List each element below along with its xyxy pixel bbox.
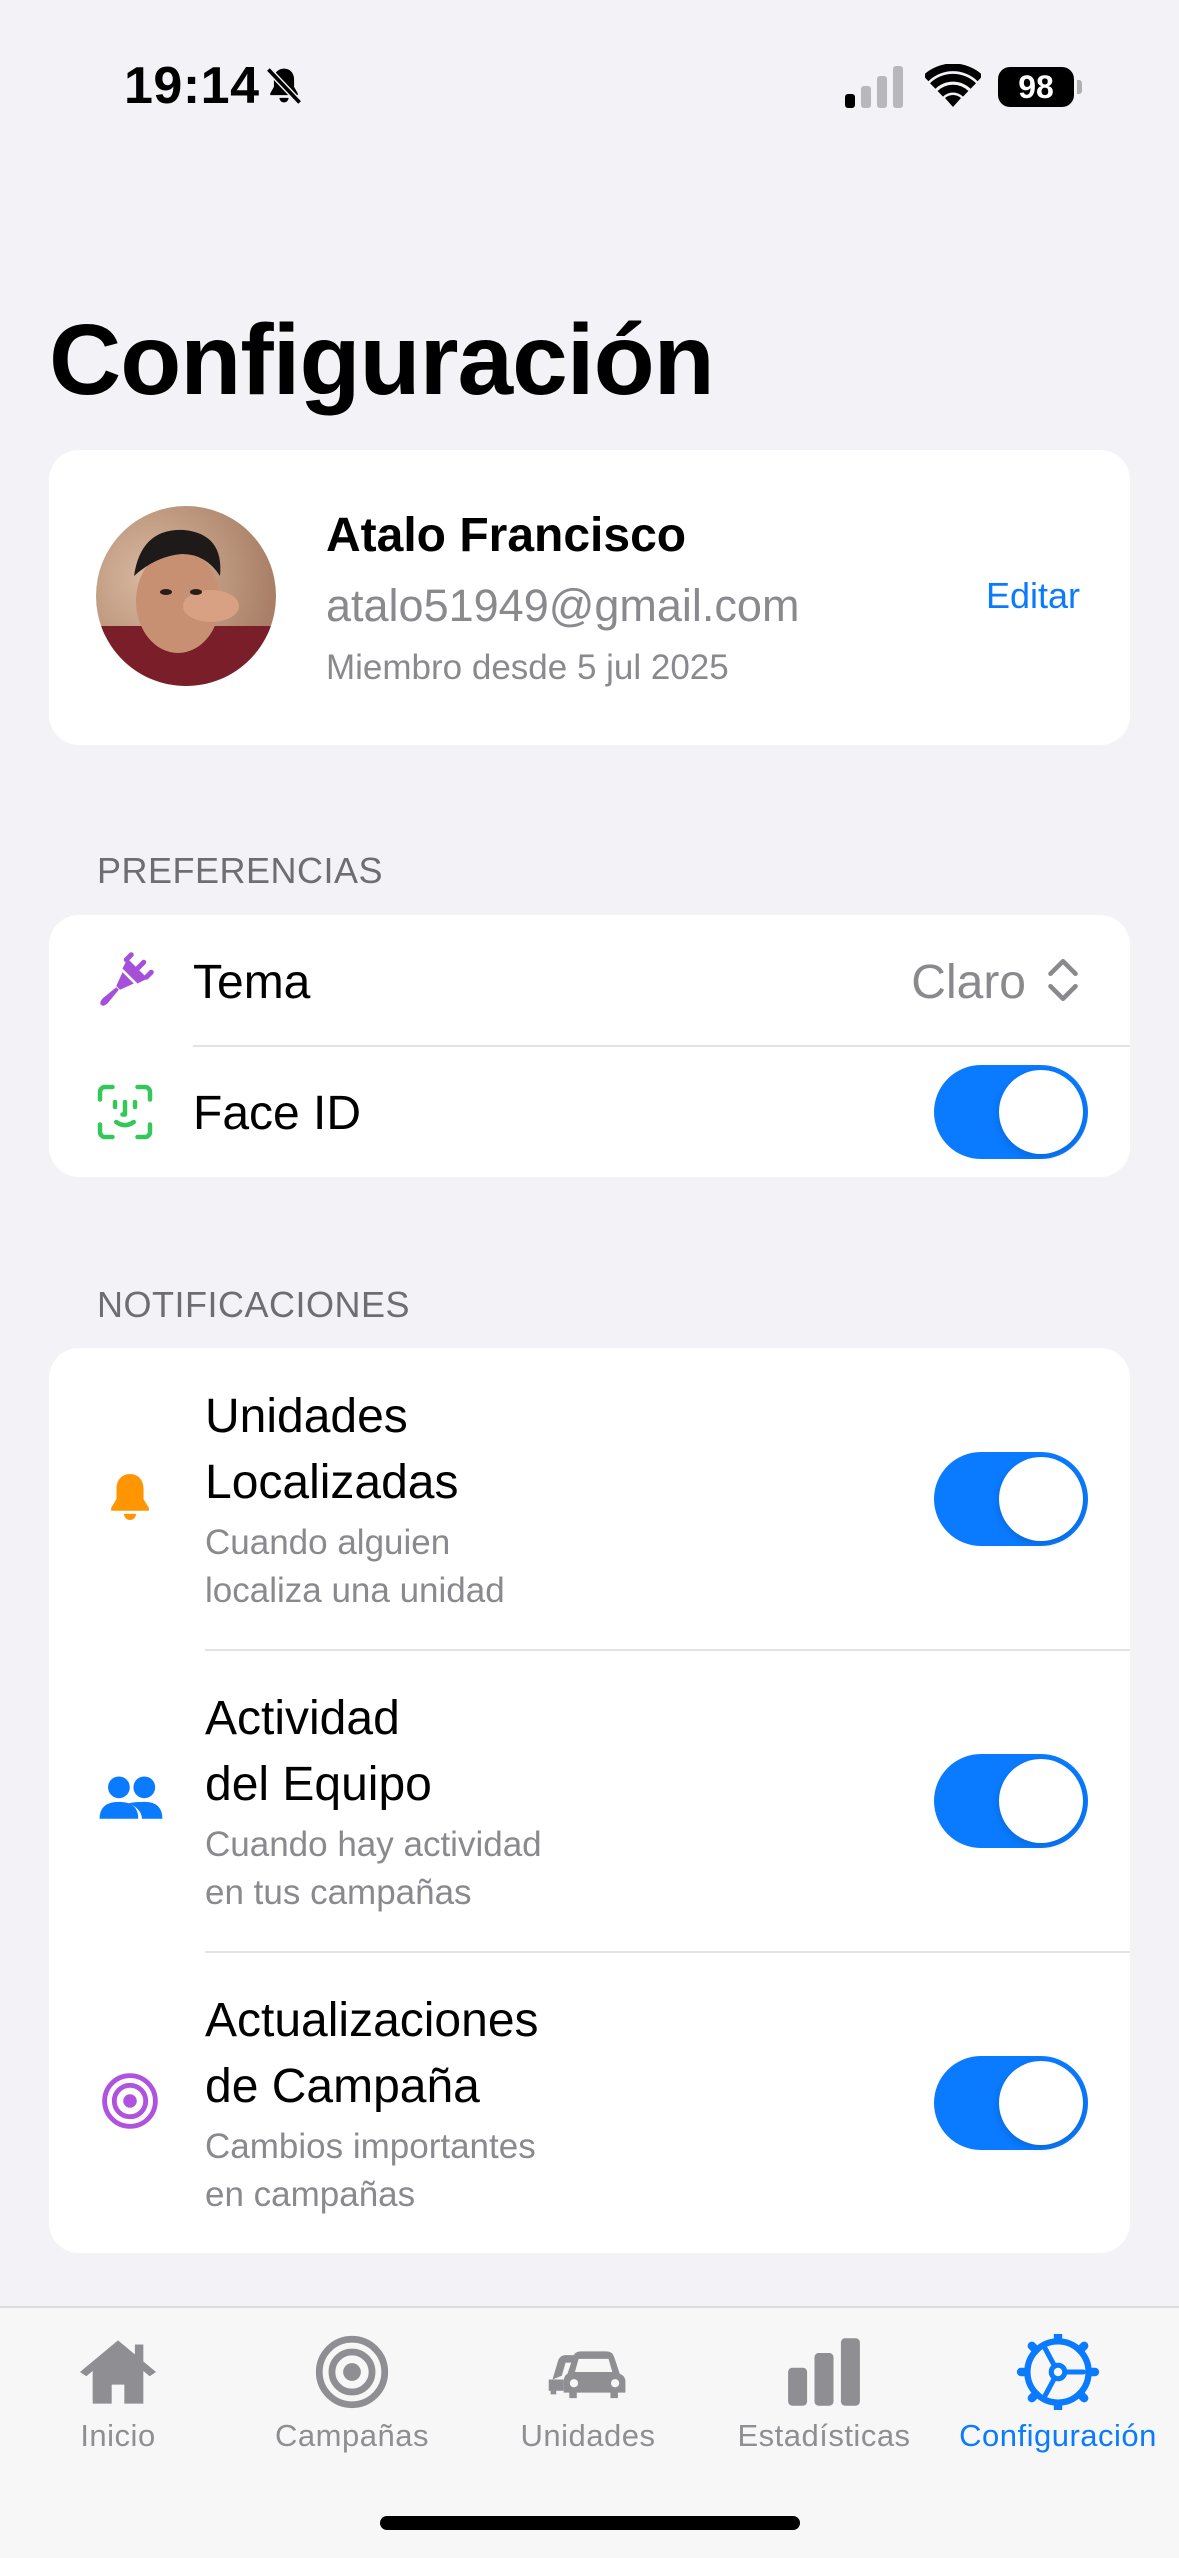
notification-title: Actualizaciones de Campaña: [205, 1994, 539, 2113]
profile-name: Atalo Francisco: [326, 509, 687, 562]
status-time: 19:14: [124, 57, 260, 115]
notifications-card: Unidades Localizadas Cuando alguien loca…: [49, 1348, 1130, 2253]
status-bar: 19:14 98: [0, 0, 1179, 175]
preferences-card: Tema Claro Face ID: [49, 915, 1130, 1177]
target-icon: [102, 2073, 158, 2129]
page-title: Configuración: [49, 304, 715, 416]
avatar[interactable]: [96, 506, 276, 686]
member-since: Miembro desde 5 jul 2025: [326, 648, 729, 687]
profile-email: atalo51949@gmail.com: [326, 580, 800, 631]
notification-row-equipo: Actividad del Equipo Cuando hay activida…: [49, 1650, 1130, 1952]
wifi-icon: [925, 64, 981, 107]
faceid-label: Face ID: [193, 1087, 362, 1140]
theme-row[interactable]: Tema Claro: [49, 915, 1130, 1046]
battery-icon: 98: [998, 67, 1082, 107]
notification-subtitle: Cambios importantes en campañas: [205, 2127, 536, 2214]
battery-level: 98: [998, 67, 1074, 107]
tab-configuracion[interactable]: Configuración: [940, 2322, 1176, 2472]
chevron-up-down-icon: [1048, 958, 1078, 1002]
notification-row-campana: Actualizaciones de Campaña Cambios impor…: [49, 1952, 1130, 2253]
notification-subtitle: Cuando hay actividad en tus campañas: [205, 1825, 542, 1912]
notification-title: Actividad del Equipo: [205, 1692, 432, 1811]
tab-estadisticas[interactable]: Estadísticas: [706, 2322, 942, 2472]
notifications-header: NOTIFICACIONES: [97, 1284, 411, 1325]
unidades-toggle[interactable]: [934, 1452, 1088, 1546]
paintbrush-icon: [100, 952, 154, 1006]
preferences-header: PREFERENCIAS: [97, 850, 384, 891]
cars-icon: [548, 2351, 626, 2399]
notification-title: Unidades Localizadas: [205, 1390, 459, 1509]
bell-icon: [111, 1474, 149, 1520]
gear-icon: [1016, 2334, 1100, 2410]
bar-chart-icon: [788, 2338, 860, 2406]
tab-campanas[interactable]: Campañas: [234, 2322, 470, 2472]
faceid-toggle[interactable]: [934, 1065, 1088, 1159]
home-indicator[interactable]: [380, 2516, 800, 2530]
notification-subtitle: Cuando alguien localiza una unidad: [205, 1523, 505, 1610]
faceid-icon: [97, 1084, 153, 1140]
theme-label: Tema: [193, 956, 311, 1009]
house-icon: [80, 2340, 156, 2404]
target-icon: [315, 2335, 389, 2409]
people-icon: [99, 1776, 163, 1819]
profile-card[interactable]: Atalo Francisco atalo51949@gmail.com Mie…: [49, 450, 1130, 745]
equipo-toggle[interactable]: [934, 1754, 1088, 1848]
bell-slash-icon: [266, 67, 302, 105]
tab-unidades[interactable]: Unidades: [470, 2322, 706, 2472]
campana-toggle[interactable]: [934, 2056, 1088, 2150]
cellular-signal-icon: [845, 66, 903, 108]
theme-value[interactable]: Claro: [911, 955, 1026, 1010]
faceid-row: Face ID: [49, 1046, 1130, 1177]
tab-inicio[interactable]: Inicio: [0, 2322, 236, 2472]
notification-row-unidades: Unidades Localizadas Cuando alguien loca…: [49, 1348, 1130, 1650]
edit-profile-button[interactable]: Editar: [986, 575, 1080, 617]
